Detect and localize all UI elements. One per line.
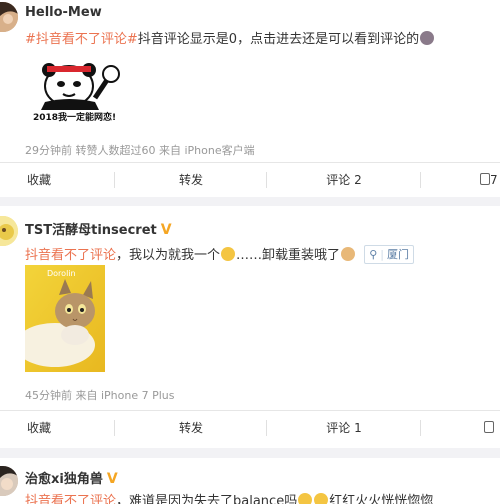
location-label: 厦门 [386,248,409,261]
post-meta: 29分钟前 转赞人数超过60 来自 iPhone客户端 [25,144,255,157]
emoji-icon [420,31,435,45]
comment-button[interactable]: 评论 2 [305,163,383,197]
like-button[interactable]: 7 [480,163,500,197]
action-bar: 收藏 转发 评论 1 [0,410,500,445]
location-pin-icon: ⚲ [369,248,378,261]
favorite-button[interactable]: 收藏 [0,411,78,445]
emoji-icon [221,247,236,261]
favorite-button[interactable]: 收藏 [0,163,78,197]
post-text: 抖音看不了评论，我以为就我一个 ……卸载重装哦了 ⚲ | 厦门 [25,244,414,264]
meme-caption: 2018我一定能网恋! [33,113,117,123]
post-text-part: ，我以为就我一个 [116,248,221,263]
comment-button[interactable]: 评论 1 [305,411,383,445]
weibo-feed: Hello-Mew #抖音看不了评论#抖音评论显示是0，点击进去还是可以看到评论… [0,0,500,504]
author-name[interactable]: Hello-Mew [25,5,102,20]
author-name[interactable]: TST活酵母tinsecret V [25,219,172,238]
divider [114,420,115,436]
verified-badge-icon: V [106,471,118,487]
location-tag[interactable]: ⚲ | 厦门 [364,245,414,264]
like-button[interactable] [484,411,500,445]
emoji-icon [341,247,356,261]
avatar[interactable] [0,216,18,246]
divider [266,420,267,436]
post-card: 治愈xi独角兽 V 抖音看不了评论，难道是因为失去了balance吗 红红火火恍恍惚… [0,458,500,504]
emoji-icon [298,493,313,504]
author-name[interactable]: 治愈xi独角兽 V [25,468,118,487]
post-photo[interactable]: Dorolin [25,265,105,372]
hashtag-link[interactable]: #抖音看不了评论# [25,32,138,47]
divider [266,172,267,188]
thumbs-up-icon [480,173,490,185]
emoji-icon [314,493,329,504]
divider [114,172,115,188]
divider [420,172,421,188]
topic-link[interactable]: 抖音看不了评论 [25,248,116,263]
action-bar: 收藏 转发 评论 2 7 [0,162,500,197]
post-card: TST活酵母tinsecret V 抖音看不了评论，我以为就我一个 ……卸载重装哦了… [0,206,500,448]
post-text-part: ……卸载重装哦了 [236,248,341,263]
verified-badge-icon: V [160,222,172,238]
avatar[interactable] [0,2,18,32]
topic-link[interactable]: 抖音看不了评论 [25,494,116,504]
meme-image[interactable]: 2018我一定能网恋! [25,52,133,124]
author-name-text: TST活酵母tinsecret [25,223,157,238]
divider [420,420,421,436]
post-meta: 45分钟前 来自 iPhone 7 Plus [25,389,175,402]
post-text-part: ，难道是因为失去了balance吗 [116,494,298,504]
post-text: 抖音看不了评论，难道是因为失去了balance吗 红红火火恍恍惚惚 [25,490,433,504]
post-card: Hello-Mew #抖音看不了评论#抖音评论显示是0，点击进去还是可以看到评论… [0,0,500,197]
thumbs-up-icon [484,421,494,433]
repost-button[interactable]: 转发 [152,411,230,445]
post-text: #抖音看不了评论#抖音评论显示是0，点击进去还是可以看到评论的 [25,28,435,47]
like-count: 7 [490,173,498,187]
author-name-text: 治愈xi独角兽 [25,472,103,487]
post-text-part: 红红火火恍恍惚惚 [329,494,434,504]
avatar[interactable] [0,466,18,496]
photo-watermark: Dorolin [47,269,76,278]
repost-button[interactable]: 转发 [152,163,230,197]
post-text-body: 抖音评论显示是0，点击进去还是可以看到评论的 [137,32,420,47]
